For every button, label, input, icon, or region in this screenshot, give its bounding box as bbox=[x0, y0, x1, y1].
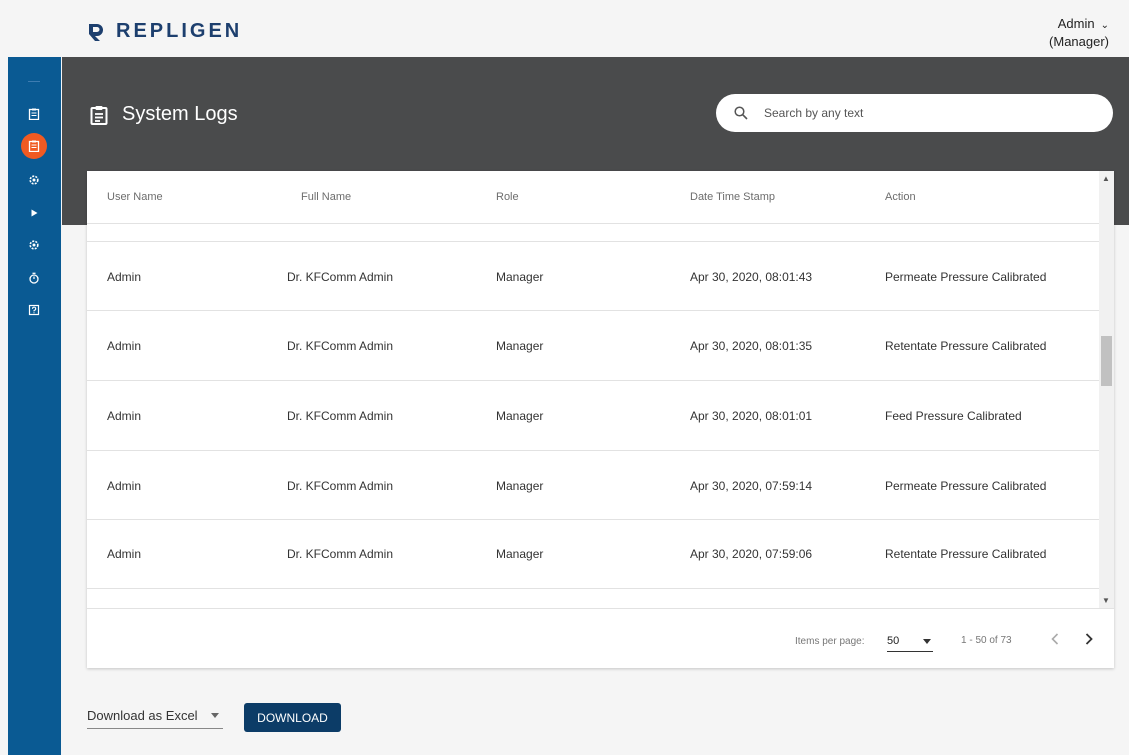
repligen-logo-icon bbox=[89, 23, 103, 41]
cell-date-time: Apr 30, 2020, 08:01:43 bbox=[690, 270, 813, 284]
cell-user-name: Admin bbox=[107, 270, 142, 284]
table-scrollbar[interactable]: ▲ ▼ bbox=[1099, 171, 1114, 608]
cell-user-name: Admin bbox=[107, 547, 142, 561]
cell-user-name: Admin bbox=[107, 479, 142, 493]
caret-down-icon bbox=[211, 713, 219, 718]
column-header-role[interactable]: Role bbox=[496, 191, 519, 203]
gear-icon bbox=[29, 240, 39, 250]
sidebar-item-system-logs[interactable] bbox=[21, 133, 47, 159]
cell-full-name: Dr. KFComm Admin bbox=[287, 479, 394, 493]
sidebar-divider bbox=[28, 81, 40, 82]
sidebar-item-configuration[interactable] bbox=[21, 232, 47, 258]
clipboard-icon bbox=[90, 105, 108, 125]
column-header-full-name[interactable]: Full Name bbox=[301, 191, 351, 203]
stopwatch-icon bbox=[29, 272, 39, 284]
cell-action: Permeate Pressure Calibrated bbox=[885, 479, 1047, 493]
page-range-label: 1 - 50 of 73 bbox=[961, 635, 1012, 646]
column-header-user-name[interactable]: User Name bbox=[107, 191, 163, 203]
page-title-text: System Logs bbox=[122, 103, 238, 125]
search-icon bbox=[734, 106, 748, 120]
cell-full-name: Dr. KFComm Admin bbox=[287, 339, 394, 353]
cell-full-name: Dr. KFComm Admin bbox=[287, 409, 394, 423]
sidebar-item-help[interactable] bbox=[21, 297, 47, 323]
top-header: REPLIGEN Admin ⌄ (Manager) bbox=[62, 0, 1129, 57]
cell-action: Retentate Pressure Calibrated bbox=[885, 339, 1047, 353]
search-box[interactable] bbox=[716, 94, 1113, 132]
table-row[interactable]: Admin Dr. KFComm Admin Manager Apr 30, 2… bbox=[87, 451, 1099, 520]
user-role: (Manager) bbox=[1049, 34, 1109, 49]
column-header-action[interactable]: Action bbox=[885, 191, 916, 203]
user-name: Admin bbox=[1057, 16, 1095, 31]
chevron-left-icon bbox=[1051, 633, 1059, 645]
clipboard-icon bbox=[28, 140, 40, 152]
next-page-button[interactable] bbox=[1077, 627, 1101, 651]
cell-role: Manager bbox=[496, 479, 544, 493]
cell-role: Manager bbox=[496, 409, 544, 423]
cell-action: Feed Pressure Calibrated bbox=[885, 409, 1022, 423]
sidebar-item-logs[interactable] bbox=[21, 101, 47, 127]
scroll-up-icon[interactable]: ▲ bbox=[1102, 174, 1110, 183]
items-per-page-value: 50 bbox=[887, 635, 900, 647]
table-row[interactable]: Admin Dr. KFComm Admin Manager Apr 30, 2… bbox=[87, 520, 1099, 589]
cell-role: Manager bbox=[496, 339, 544, 353]
download-button[interactable]: DOWNLOAD bbox=[244, 703, 341, 732]
cell-date-time: Apr 30, 2020, 08:01:35 bbox=[690, 339, 813, 353]
page-title: System Logs bbox=[90, 103, 238, 126]
user-menu[interactable]: Admin ⌄ (Manager) bbox=[1049, 16, 1109, 50]
sidebar-item-timer[interactable] bbox=[21, 265, 47, 291]
table-row[interactable]: Admin Dr. KFComm Admin Manager Apr 30, 2… bbox=[87, 381, 1099, 451]
table-row[interactable]: Admin Dr. KFComm Admin Manager Apr 30, 2… bbox=[87, 241, 1099, 311]
cell-date-time: Apr 30, 2020, 08:01:01 bbox=[690, 409, 813, 423]
cell-full-name: Dr. KFComm Admin bbox=[287, 270, 394, 284]
sidebar bbox=[8, 57, 61, 755]
cell-role: Manager bbox=[496, 547, 544, 561]
chevron-right-icon bbox=[1085, 633, 1093, 645]
items-per-page-label: Items per page: bbox=[795, 636, 865, 647]
chevron-down-icon: ⌄ bbox=[1100, 20, 1109, 31]
logs-table-card: User Name Full Name Role Date Time Stamp… bbox=[87, 171, 1114, 668]
play-icon bbox=[31, 209, 38, 217]
previous-page-button[interactable] bbox=[1043, 627, 1067, 651]
sidebar-item-settings[interactable] bbox=[21, 167, 47, 193]
cell-role: Manager bbox=[496, 270, 544, 284]
cell-action: Permeate Pressure Calibrated bbox=[885, 270, 1047, 284]
scrollbar-thumb[interactable] bbox=[1101, 336, 1112, 386]
column-header-date-time-stamp[interactable]: Date Time Stamp bbox=[690, 191, 775, 203]
help-icon bbox=[28, 304, 40, 316]
brand-name: REPLIGEN bbox=[116, 20, 243, 42]
caret-down-icon bbox=[923, 639, 931, 644]
cell-full-name: Dr. KFComm Admin bbox=[287, 547, 394, 561]
table-row[interactable]: Admin Dr. KFComm Admin Manager Apr 30, 2… bbox=[87, 311, 1099, 381]
items-per-page-select[interactable]: 50 bbox=[887, 631, 933, 652]
clipboard-icon bbox=[28, 108, 40, 120]
gear-icon bbox=[29, 175, 39, 185]
table-row-partial bbox=[87, 224, 1099, 242]
cell-date-time: Apr 30, 2020, 07:59:06 bbox=[690, 547, 813, 561]
sidebar-item-run[interactable] bbox=[21, 200, 47, 226]
scroll-down-icon[interactable]: ▼ bbox=[1102, 596, 1110, 605]
table-body: Admin Dr. KFComm Admin Manager Apr 30, 2… bbox=[87, 224, 1099, 609]
cell-action: Retentate Pressure Calibrated bbox=[885, 547, 1047, 561]
cell-user-name: Admin bbox=[107, 339, 142, 353]
table-header: User Name Full Name Role Date Time Stamp… bbox=[87, 171, 1099, 224]
export-format-value: Download as Excel bbox=[87, 708, 198, 723]
table-paginator: Items per page: 50 1 - 50 of 73 bbox=[87, 608, 1114, 669]
export-format-select[interactable]: Download as Excel bbox=[87, 704, 223, 729]
cell-date-time: Apr 30, 2020, 07:59:14 bbox=[690, 479, 813, 493]
cell-user-name: Admin bbox=[107, 409, 142, 423]
repligen-logo: REPLIGEN bbox=[86, 20, 242, 43]
search-input[interactable] bbox=[762, 105, 1086, 121]
